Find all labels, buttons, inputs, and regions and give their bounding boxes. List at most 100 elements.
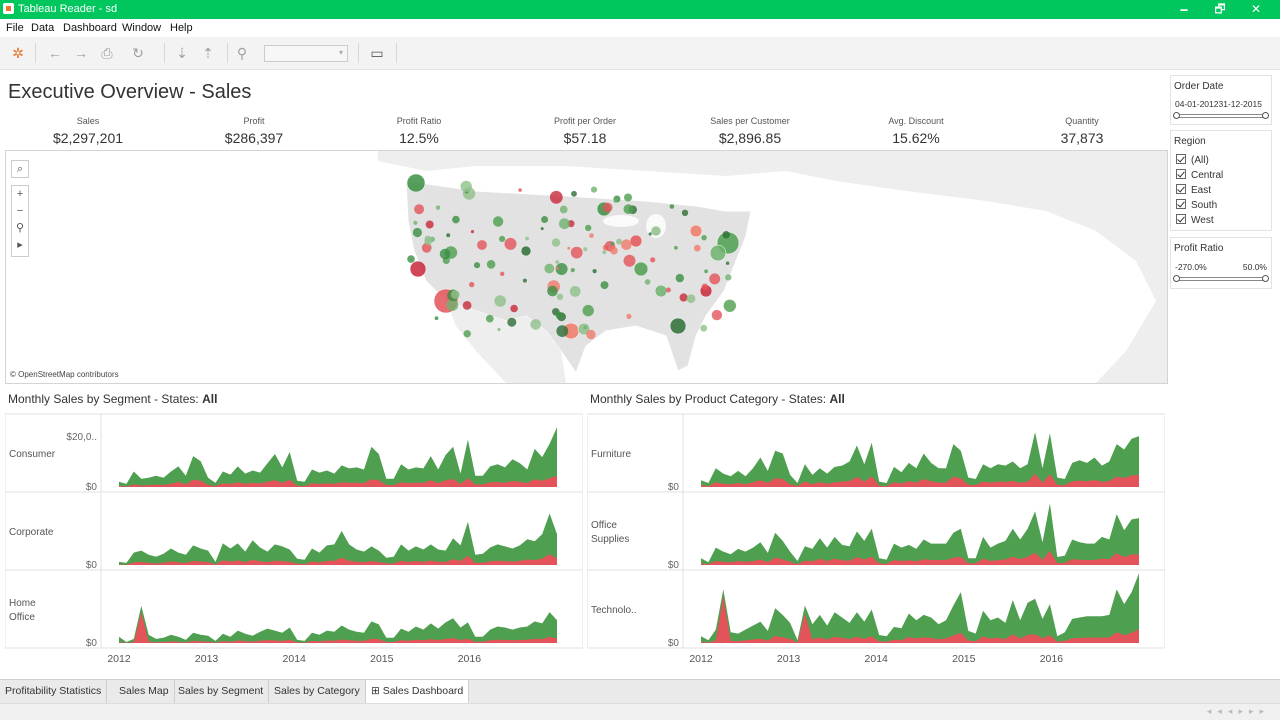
map-data-point[interactable] bbox=[621, 239, 632, 250]
map-data-point[interactable] bbox=[571, 190, 577, 197]
map-data-point[interactable] bbox=[435, 205, 441, 210]
profit-ratio-slider[interactable] bbox=[1173, 275, 1269, 282]
sort-descending-icon[interactable]: ⇡ bbox=[200, 45, 216, 61]
slider-knob-high[interactable] bbox=[1262, 112, 1269, 119]
presentation-mode-icon[interactable]: ▭ bbox=[369, 45, 385, 61]
map-data-point[interactable] bbox=[555, 260, 560, 264]
map-data-point[interactable] bbox=[583, 325, 588, 330]
map-data-point[interactable] bbox=[570, 246, 583, 259]
map-data-point[interactable] bbox=[525, 236, 529, 241]
pause-updates-icon[interactable]: ⎙ bbox=[99, 45, 115, 61]
map-data-point[interactable] bbox=[556, 325, 569, 337]
map-data-point[interactable] bbox=[544, 263, 555, 274]
map-data-point[interactable] bbox=[494, 295, 507, 307]
map-data-point[interactable] bbox=[567, 246, 571, 250]
region-option-west[interactable]: West bbox=[1176, 214, 1214, 226]
map-data-point[interactable] bbox=[559, 205, 568, 214]
map-data-point[interactable] bbox=[623, 204, 634, 214]
map-data-point[interactable] bbox=[709, 273, 721, 285]
sales-map[interactable]: ⌕ + − ⚲ ▸ © OpenStreetMap contributors bbox=[5, 150, 1168, 384]
map-data-point[interactable] bbox=[477, 240, 487, 250]
map-data-point[interactable] bbox=[469, 281, 475, 288]
map-data-point[interactable] bbox=[497, 328, 501, 331]
zoom-out-icon[interactable]: − bbox=[12, 203, 28, 220]
checkbox-checked-icon[interactable] bbox=[1176, 184, 1186, 194]
map-data-point[interactable] bbox=[723, 299, 736, 312]
map-data-point[interactable] bbox=[590, 186, 598, 193]
checkbox-checked-icon[interactable] bbox=[1176, 154, 1186, 164]
tableau-logo-icon[interactable]: ✲ bbox=[10, 45, 26, 61]
map-data-point[interactable] bbox=[551, 238, 561, 247]
tab-sales-by-category[interactable]: Sales by Category bbox=[269, 680, 366, 703]
map-data-point[interactable] bbox=[518, 188, 522, 192]
tab-sales-by-segment[interactable]: Sales by Segment bbox=[173, 680, 270, 703]
map-data-point[interactable] bbox=[460, 180, 472, 193]
map-data-point[interactable] bbox=[600, 281, 609, 290]
map-data-point[interactable] bbox=[409, 260, 427, 278]
zoom-in-icon[interactable]: + bbox=[12, 186, 28, 203]
map-data-point[interactable] bbox=[463, 330, 471, 338]
checkbox-checked-icon[interactable] bbox=[1176, 169, 1186, 179]
map-data-point[interactable] bbox=[473, 262, 481, 269]
slider-knob-high[interactable] bbox=[1262, 275, 1269, 282]
map-data-point[interactable] bbox=[689, 224, 703, 238]
map-data-point[interactable] bbox=[711, 309, 723, 321]
map-data-point[interactable] bbox=[492, 216, 504, 227]
map-data-point[interactable] bbox=[486, 260, 496, 269]
map-data-point[interactable] bbox=[559, 218, 570, 230]
map-data-point[interactable] bbox=[507, 317, 517, 327]
menu-dashboard[interactable]: Dashboard bbox=[63, 22, 117, 34]
map-data-point[interactable] bbox=[610, 246, 618, 255]
map-data-point[interactable] bbox=[701, 235, 707, 241]
map-data-point[interactable] bbox=[582, 304, 594, 317]
map-data-point[interactable] bbox=[586, 329, 596, 340]
map-data-point[interactable] bbox=[701, 283, 709, 291]
map-data-point[interactable] bbox=[616, 238, 623, 245]
map-data-point[interactable] bbox=[570, 268, 575, 273]
map-data-point[interactable] bbox=[589, 233, 594, 238]
map-data-point[interactable] bbox=[407, 255, 415, 263]
map-data-point[interactable] bbox=[633, 261, 649, 277]
map-data-point[interactable] bbox=[665, 287, 671, 293]
map-data-point[interactable] bbox=[549, 190, 563, 204]
forward-icon[interactable]: → bbox=[73, 45, 89, 61]
map-data-point[interactable] bbox=[623, 254, 636, 267]
region-option-east[interactable]: East bbox=[1176, 184, 1211, 196]
region-option-south[interactable]: South bbox=[1176, 199, 1217, 211]
segment-area-chart[interactable]: Consumer$60,0..$40,0..$20,0..$0Corporate… bbox=[5, 412, 583, 670]
map-data-point[interactable] bbox=[650, 225, 662, 237]
menu-window[interactable]: Window bbox=[122, 22, 161, 34]
map-data-point[interactable] bbox=[669, 204, 675, 209]
category-area-chart[interactable]: Furniture$40,0..$20,0..$0 Office Supplies $… bbox=[587, 412, 1165, 670]
region-option-central[interactable]: Central bbox=[1176, 169, 1223, 181]
close-icon[interactable]: ✕ bbox=[1238, 0, 1274, 19]
map-data-point[interactable] bbox=[414, 204, 425, 215]
checkbox-checked-icon[interactable] bbox=[1176, 199, 1186, 209]
map-data-point[interactable] bbox=[679, 293, 688, 302]
map-data-point[interactable] bbox=[624, 193, 632, 202]
map-data-point[interactable] bbox=[654, 284, 668, 298]
map-data-point[interactable] bbox=[555, 266, 559, 270]
map-data-point[interactable] bbox=[644, 279, 651, 285]
map-data-point[interactable] bbox=[722, 231, 730, 239]
map-data-point[interactable] bbox=[700, 324, 708, 332]
map-data-point[interactable] bbox=[626, 313, 632, 319]
tab-sales-map[interactable]: Sales Map bbox=[114, 680, 175, 703]
map-data-point[interactable] bbox=[462, 301, 472, 310]
map-data-point[interactable] bbox=[592, 269, 597, 274]
map-data-point[interactable] bbox=[425, 220, 434, 229]
map-data-point[interactable] bbox=[540, 227, 544, 231]
minimize-icon[interactable]: 🗕 bbox=[1166, 0, 1202, 19]
menu-file[interactable]: File bbox=[6, 22, 24, 34]
map-data-point[interactable] bbox=[669, 317, 687, 335]
map-data-point[interactable] bbox=[530, 319, 541, 330]
map-data-point[interactable] bbox=[602, 202, 613, 213]
map-data-point[interactable] bbox=[675, 273, 684, 283]
pin-icon[interactable]: ⚲ bbox=[234, 45, 250, 61]
map-data-point[interactable] bbox=[556, 293, 564, 300]
tab-sales-dashboard[interactable]: ⊞ Sales Dashboard bbox=[366, 680, 470, 703]
map-data-point[interactable] bbox=[629, 234, 643, 248]
map-data-point[interactable] bbox=[555, 311, 564, 320]
map-data-point[interactable] bbox=[547, 285, 558, 297]
map-data-point[interactable] bbox=[674, 245, 678, 250]
